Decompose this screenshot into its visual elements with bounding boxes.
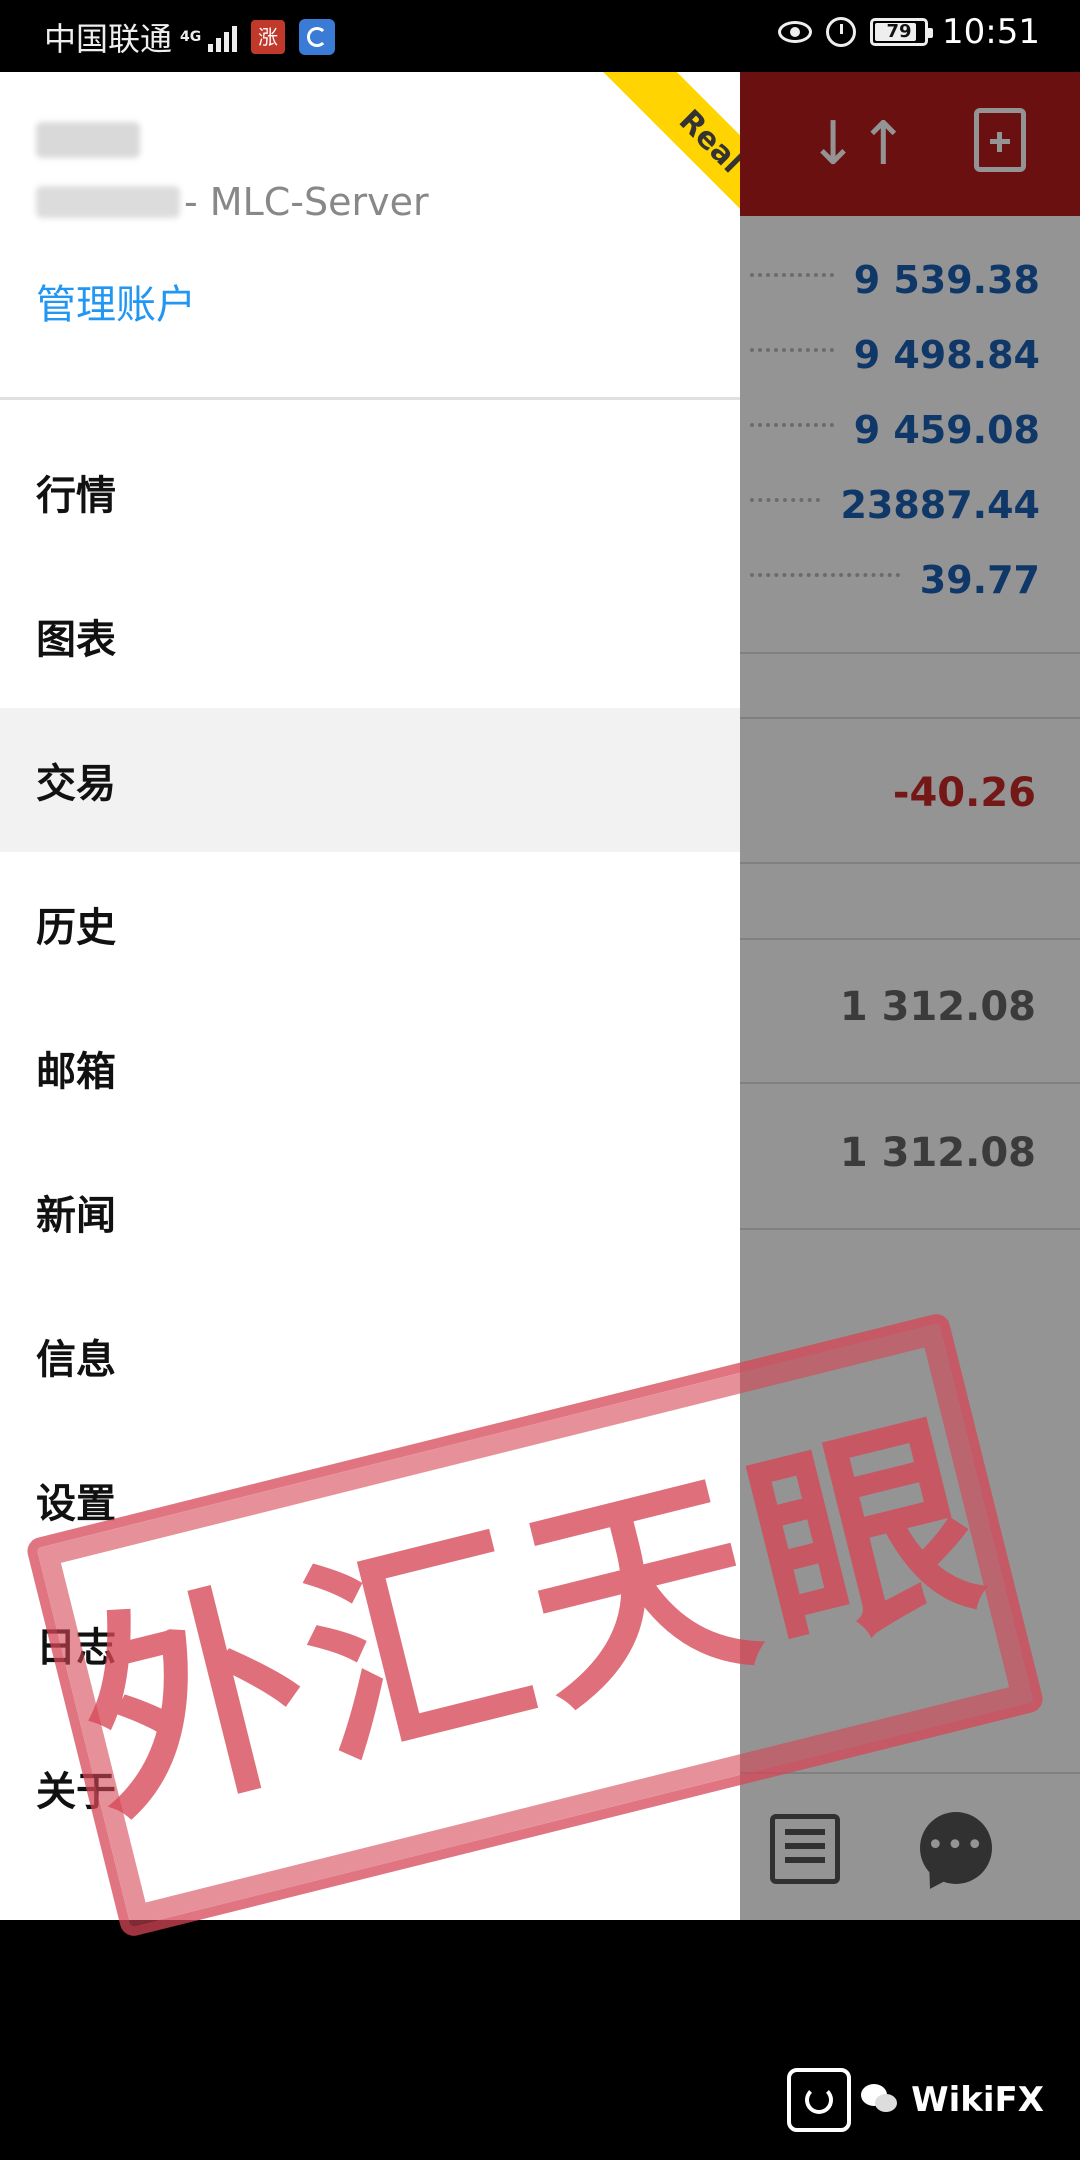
menu-item-history[interactable]: 历史 [0, 852, 740, 996]
menu-label: 行情 [36, 473, 116, 519]
menu-label: 关于 [36, 1769, 116, 1815]
alarm-icon [826, 17, 857, 47]
server-name: - MLC-Server [184, 180, 429, 224]
carrier-name: 中国联通 [44, 20, 173, 58]
status-left: 中国联通 4G 涨 [44, 14, 336, 60]
menu-item-messages[interactable]: 信息 [0, 1284, 740, 1428]
screen: 中国联通 4G 涨 79 10:51 ↓↑ 9 539.38 9 498.84 … [0, 0, 1080, 2160]
app-notification-icon [299, 19, 336, 55]
signal-icon [208, 22, 238, 52]
menu-label: 邮箱 [36, 1049, 116, 1095]
menu-item-trade[interactable]: 交易 [0, 708, 740, 852]
manage-accounts-link[interactable]: 管理账户 [36, 272, 196, 330]
menu-item-about[interactable]: 关于 [0, 1716, 740, 1860]
menu-label: 设置 [36, 1481, 116, 1527]
menu-item-journal[interactable]: 日志 [0, 1572, 740, 1716]
real-account-badge: Real [585, 72, 740, 267]
menu-label: 新闻 [36, 1193, 116, 1239]
account-server-line: - MLC-Server [36, 180, 429, 224]
network-type: 4G [180, 29, 202, 45]
stock-app-notification-icon: 涨 [251, 20, 286, 54]
menu-item-settings[interactable]: 设置 [0, 1428, 740, 1572]
menu-item-news[interactable]: 新闻 [0, 1140, 740, 1284]
menu-label: 历史 [36, 905, 116, 951]
navigation-drawer: - MLC-Server 管理账户 Real 行情 图表 交易 历史 邮箱 新闻… [0, 72, 740, 1920]
menu-label: 交易 [36, 761, 116, 807]
menu-label: 信息 [36, 1337, 116, 1383]
drawer-header: - MLC-Server 管理账户 Real [0, 72, 740, 400]
menu-item-mailbox[interactable]: 邮箱 [0, 996, 740, 1140]
battery-icon: 79 [870, 18, 934, 46]
clock: 10:51 [942, 12, 1040, 52]
battery-level: 79 [886, 21, 912, 42]
watermark-logo: WikiFX [787, 2068, 1044, 2132]
account-name-redacted [36, 122, 140, 158]
status-right: 79 10:51 [778, 12, 1040, 52]
eye-comfort-icon [778, 21, 813, 43]
menu-label: 图表 [36, 617, 116, 663]
watermark-logo-text: WikiFX [911, 2080, 1044, 2120]
menu-item-charts[interactable]: 图表 [0, 564, 740, 708]
wikifx-logo-icon [787, 2068, 852, 2132]
menu-label: 日志 [36, 1625, 116, 1671]
wechat-icon [861, 2084, 901, 2116]
menu-item-quotes[interactable]: 行情 [0, 420, 740, 564]
account-number-redacted [36, 186, 180, 218]
status-bar: 中国联通 4G 涨 79 10:51 [0, 0, 1080, 72]
